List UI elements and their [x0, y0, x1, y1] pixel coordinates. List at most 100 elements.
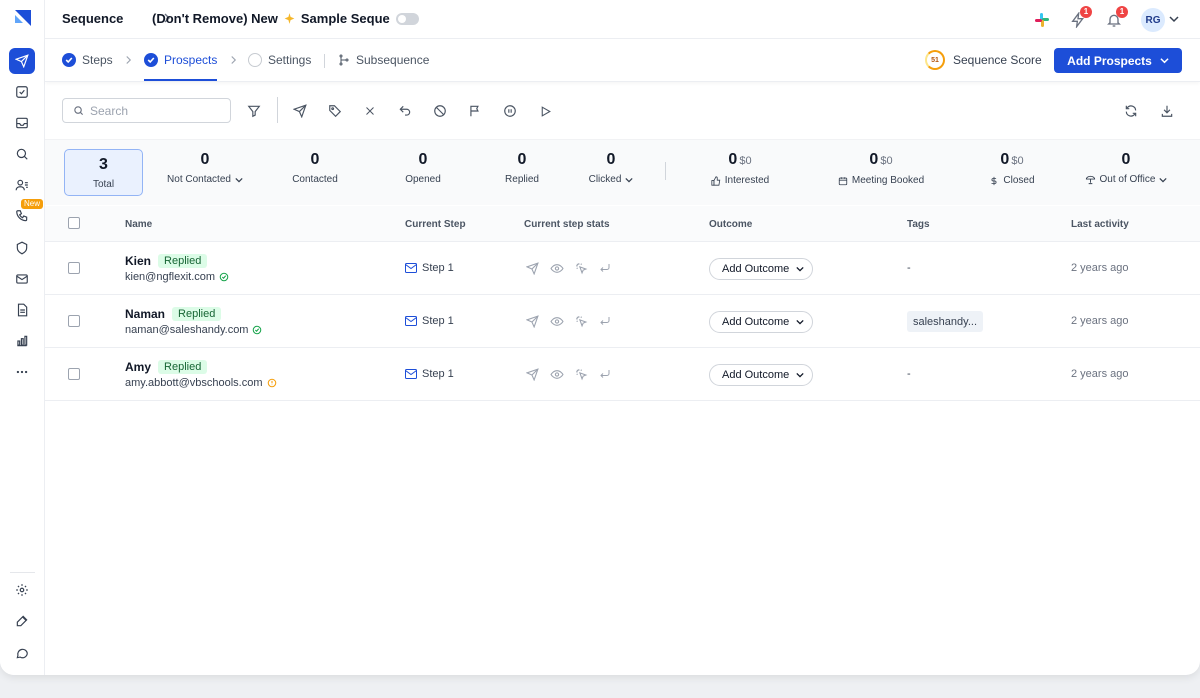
stat-contacted[interactable]: 0 Contacted — [285, 150, 345, 185]
templates-icon[interactable] — [9, 297, 35, 323]
search-box[interactable] — [62, 98, 231, 123]
reports-icon[interactable] — [9, 328, 35, 354]
stat-out-of-office-value: 0 — [1121, 151, 1131, 168]
close-icon[interactable] — [360, 101, 380, 121]
stat-closed[interactable]: 0 $0 Closed — [982, 150, 1042, 186]
undo-icon[interactable] — [395, 101, 415, 121]
reply-icon — [600, 317, 610, 325]
stat-out-of-office[interactable]: 0 Out of Office — [1081, 150, 1171, 185]
prospect-name[interactable]: Kien — [125, 254, 151, 268]
feedback-icon[interactable] — [9, 608, 35, 634]
new-badge: New — [21, 199, 44, 209]
row-checkbox[interactable] — [68, 315, 80, 327]
status-badge: Replied — [158, 254, 208, 268]
table-row[interactable]: Naman Replied naman@saleshandy.com Step 1… — [45, 295, 1200, 348]
bell-icon[interactable]: 1 — [1104, 6, 1128, 30]
stat-contacted-label: Contacted — [292, 174, 338, 185]
check-circle-icon — [144, 53, 158, 67]
stat-opened-value: 0 — [418, 151, 428, 168]
column-header-step-stats[interactable]: Current step stats — [524, 219, 610, 230]
chat-icon[interactable] — [9, 640, 35, 666]
refresh-icon[interactable] — [1121, 101, 1141, 121]
breadcrumb-sequence[interactable]: Sequence — [62, 11, 123, 26]
outcome-label: Add Outcome — [722, 369, 790, 381]
current-step-label: Step 1 — [422, 315, 454, 327]
download-icon[interactable] — [1157, 101, 1177, 121]
column-header-name[interactable]: Name — [125, 219, 152, 230]
search-input[interactable] — [90, 103, 220, 118]
column-header-outcome[interactable]: Outcome — [709, 219, 752, 230]
row-checkbox[interactable] — [68, 368, 80, 380]
stat-replied[interactable]: 0 Replied — [492, 150, 552, 185]
last-activity: 2 years ago — [1071, 262, 1129, 274]
tab-settings[interactable]: Settings — [248, 53, 311, 67]
sequence-active-toggle[interactable] — [396, 13, 419, 25]
verified-check-icon — [219, 272, 229, 282]
chevron-down-icon — [625, 177, 634, 182]
stat-clicked[interactable]: 0 Clicked — [581, 150, 641, 185]
slack-icon[interactable] — [1032, 10, 1052, 30]
mail-icon[interactable] — [9, 266, 35, 292]
stat-total[interactable]: 3 Total — [64, 149, 143, 196]
stat-closed-label: Closed — [1003, 175, 1035, 186]
tag-icon[interactable] — [325, 101, 345, 121]
prospect-name[interactable]: Amy — [125, 360, 151, 374]
tasks-icon[interactable] — [9, 79, 35, 105]
reply-icon — [600, 264, 610, 272]
stat-meeting-booked[interactable]: 0 $0 Meeting Booked — [835, 150, 927, 186]
block-icon[interactable] — [430, 101, 450, 121]
lightning-icon[interactable]: 1 — [1068, 6, 1092, 30]
tab-steps[interactable]: Steps — [62, 53, 113, 67]
column-header-tags[interactable]: Tags — [907, 219, 930, 230]
sequence-score[interactable]: 51 Sequence Score — [925, 50, 1042, 70]
prospects-icon[interactable] — [9, 172, 35, 198]
column-header-last-activity[interactable]: Last activity — [1071, 219, 1129, 230]
table-row[interactable]: Kien Replied kien@ngflexit.com Step 1 Add… — [45, 242, 1200, 295]
shield-icon[interactable] — [9, 235, 35, 261]
current-step[interactable]: Step 1 — [405, 262, 454, 274]
row-checkbox[interactable] — [68, 262, 80, 274]
stat-replied-label: Replied — [505, 174, 539, 185]
pause-icon[interactable] — [500, 101, 520, 121]
user-avatar[interactable]: RG — [1141, 8, 1165, 32]
table-row[interactable]: Amy Replied amy.abbott@vbschools.com Step… — [45, 348, 1200, 401]
thumbs-up-icon — [711, 175, 720, 186]
outcome-label: Add Outcome — [722, 263, 790, 275]
select-all-checkbox[interactable] — [68, 217, 80, 229]
tag-chip[interactable]: saleshandy... — [907, 311, 984, 332]
current-step[interactable]: Step 1 — [405, 315, 454, 327]
prospect-name[interactable]: Naman — [125, 307, 165, 321]
filter-icon[interactable] — [244, 101, 264, 121]
sequences-send-icon[interactable] — [9, 48, 35, 74]
chevron-down-icon[interactable] — [1169, 14, 1179, 24]
stat-opened[interactable]: 0 Opened — [393, 150, 453, 185]
saleshandy-logo-icon[interactable] — [14, 9, 32, 27]
search-icon[interactable] — [9, 141, 35, 167]
send-icon[interactable] — [290, 101, 310, 121]
warning-clock-icon — [267, 378, 276, 388]
column-header-current-step[interactable]: Current Step — [405, 219, 466, 230]
add-prospects-button[interactable]: Add Prospects — [1054, 48, 1182, 73]
breadcrumb-current[interactable]: (Don't Remove) New Sample Seque — [152, 11, 390, 26]
current-step[interactable]: Step 1 — [405, 368, 454, 380]
stat-not-contacted[interactable]: 0 Not Contacted — [165, 150, 245, 185]
play-icon[interactable] — [535, 101, 555, 121]
active-tab-indicator — [144, 79, 217, 81]
app-window: New Sequence (Don't Remove) New Sample S… — [0, 0, 1200, 675]
stat-out-of-office-label: Out of Office — [1099, 174, 1156, 185]
stat-clicked-value: 0 — [606, 151, 616, 168]
tab-prospects[interactable]: Prospects — [144, 53, 217, 67]
tab-subsequence[interactable]: Subsequence — [338, 53, 429, 67]
prospect-email: kien@ngflexit.com — [125, 271, 216, 283]
add-outcome-dropdown[interactable]: Add Outcome — [709, 258, 814, 280]
chevron-down-icon — [796, 372, 804, 378]
settings-icon[interactable] — [9, 577, 35, 603]
more-icon[interactable] — [9, 359, 35, 385]
branch-icon — [339, 54, 349, 66]
flag-icon[interactable] — [465, 101, 485, 121]
inbox-icon[interactable] — [9, 110, 35, 136]
stat-not-contacted-label: Not Contacted — [167, 174, 231, 185]
add-outcome-dropdown[interactable]: Add Outcome — [709, 311, 814, 333]
add-outcome-dropdown[interactable]: Add Outcome — [709, 364, 814, 386]
stat-interested[interactable]: 0 $0 Interested — [705, 150, 775, 186]
